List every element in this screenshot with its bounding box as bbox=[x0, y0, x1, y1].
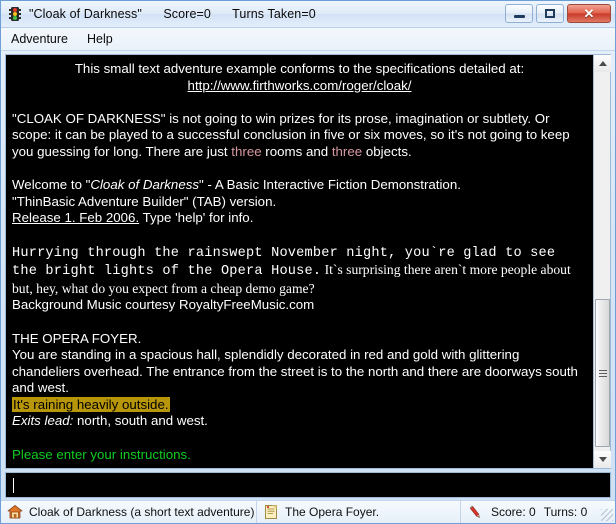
status-room-cell: The Opera Foyer. bbox=[257, 501, 461, 523]
spec-url-link[interactable]: http://www.firthworks.com/roger/cloak/ bbox=[188, 78, 412, 93]
maximize-icon bbox=[545, 9, 555, 18]
three-rooms-emphasis: three bbox=[231, 143, 262, 159]
about-text-c: objects. bbox=[362, 143, 412, 159]
welcome-line: Welcome to "Cloak of Darkness" - A Basic… bbox=[12, 177, 587, 194]
status-room-label: The Opera Foyer. bbox=[285, 505, 380, 519]
client-area: This small text adventure example confor… bbox=[1, 51, 615, 500]
release-date: Release 1. Feb 2006. bbox=[12, 210, 140, 226]
status-game-label: Cloak of Darkness (a short text adventur… bbox=[29, 505, 255, 519]
exits-label: Exits lead: bbox=[12, 413, 74, 429]
welcome-suffix: " - A Basic Interactive Fiction Demonstr… bbox=[199, 177, 461, 193]
title-bar: "Cloak of Darkness" Score=0 Turns Taken=… bbox=[1, 1, 615, 28]
menu-bar: Adventure Help bbox=[1, 28, 615, 51]
status-bar: Cloak of Darkness (a short text adventur… bbox=[1, 500, 615, 523]
command-line[interactable] bbox=[5, 472, 611, 498]
room-description: You are standing in a spacious hall, spl… bbox=[12, 347, 578, 396]
minimize-icon bbox=[513, 14, 525, 18]
about-text-b: rooms and bbox=[261, 143, 332, 159]
story-panel: This small text adventure example confor… bbox=[5, 54, 611, 469]
intro-url-line: http://www.firthworks.com/roger/cloak/ bbox=[12, 78, 587, 95]
app-window: "Cloak of Darkness" Score=0 Turns Taken=… bbox=[0, 0, 616, 524]
command-input[interactable] bbox=[14, 477, 605, 493]
three-objects-emphasis: three bbox=[331, 143, 363, 159]
traffic-light-icon bbox=[7, 6, 23, 22]
status-game-cell: Cloak of Darkness (a short text adventur… bbox=[1, 501, 257, 523]
scroll-down-arrow-icon bbox=[598, 457, 607, 462]
maximize-button[interactable] bbox=[536, 4, 564, 23]
weather-line: It's raining heavily outside. bbox=[12, 396, 587, 414]
version-line: "ThinBasic Adventure Builder" (TAB) vers… bbox=[12, 193, 277, 209]
story-text: This small text adventure example confor… bbox=[6, 55, 593, 468]
status-turns-label: Turns: 0 bbox=[543, 505, 588, 519]
release-line: Release 1. Feb 2006. Type 'help' for inf… bbox=[12, 210, 587, 227]
about-paragraph: "CLOAK OF DARKNESS" is not going to win … bbox=[12, 111, 587, 161]
prompt-message: Please enter your instructions. bbox=[12, 446, 191, 462]
scroll-down-button[interactable] bbox=[594, 451, 611, 468]
exits-line: Exits lead: north, south and west. bbox=[12, 413, 587, 430]
intro-line-1: This small text adventure example confor… bbox=[74, 61, 525, 76]
pencil-icon bbox=[467, 504, 483, 520]
close-button[interactable]: ✕ bbox=[567, 4, 611, 23]
release-help-hint: Type 'help' for info. bbox=[139, 210, 254, 226]
menu-item-help[interactable]: Help bbox=[85, 30, 122, 49]
room-title: THE OPERA FOYER. bbox=[12, 330, 142, 346]
house-icon bbox=[7, 504, 23, 520]
status-score-label: Score: 0 bbox=[491, 505, 536, 519]
scroll-up-button[interactable] bbox=[594, 55, 611, 72]
game-title-italic: Cloak of Darkness bbox=[90, 177, 200, 193]
close-icon: ✕ bbox=[583, 6, 595, 21]
resize-grip-icon[interactable] bbox=[601, 509, 613, 521]
scroll-up-arrow-icon bbox=[598, 61, 607, 66]
minimize-button[interactable] bbox=[505, 4, 533, 23]
weather-highlight: It's raining heavily outside. bbox=[12, 396, 170, 412]
status-stats-cell: Score: 0 Turns: 0 bbox=[461, 501, 615, 523]
window-controls: ✕ bbox=[505, 4, 611, 23]
scrollbar-thumb[interactable] bbox=[595, 299, 610, 447]
story-scrollbar[interactable] bbox=[593, 55, 611, 468]
window-title: "Cloak of Darkness" Score=0 Turns Taken=… bbox=[29, 7, 316, 21]
opening-narration: Hurrying through the rainswept November … bbox=[12, 244, 587, 298]
notepad-icon bbox=[263, 504, 279, 520]
exits-value: north, south and west. bbox=[73, 413, 208, 429]
welcome-prefix: Welcome to " bbox=[12, 177, 91, 193]
menu-item-adventure[interactable]: Adventure bbox=[9, 30, 77, 49]
scrollbar-grip-icon bbox=[598, 369, 607, 377]
music-credit: Background Music courtesy RoyaltyFreeMus… bbox=[12, 297, 315, 313]
